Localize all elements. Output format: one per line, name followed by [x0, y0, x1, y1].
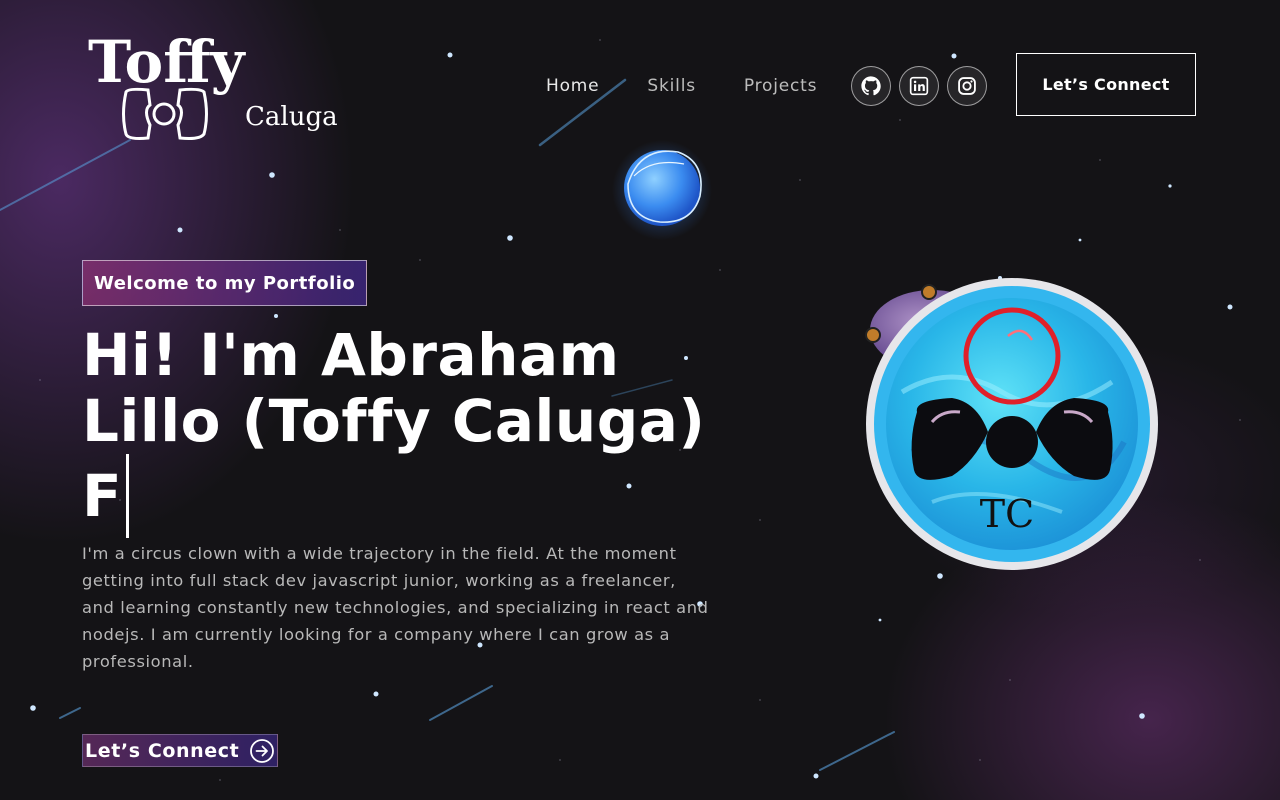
- linkedin-icon: [910, 76, 929, 96]
- typing-cursor: [126, 454, 130, 538]
- lets-connect-hero-button[interactable]: Let’s Connect: [82, 734, 279, 767]
- hero-bio: I'm a circus clown with a wide trajector…: [82, 544, 709, 671]
- bowtie-icon: [122, 87, 208, 140]
- blue-planet-image: [612, 140, 712, 240]
- headline-line-2: Lillo (Toffy Caluga): [82, 387, 706, 455]
- nav-projects[interactable]: Projects: [744, 76, 817, 96]
- nav-skills[interactable]: Skills: [647, 76, 695, 96]
- headline-typing-text: F: [82, 462, 123, 530]
- social-links: [851, 66, 995, 106]
- main-navigation: Home Skills Projects: [520, 62, 995, 110]
- nav-home[interactable]: Home: [546, 76, 599, 96]
- logo-primary-text: Toffy: [88, 30, 247, 96]
- avatar-initials: TC: [979, 492, 1035, 536]
- instagram-button[interactable]: [947, 66, 988, 106]
- hero-banner: Toffy Caluga Home Skills Projects Let’s …: [0, 0, 1280, 800]
- arrow-right-circle-icon: [249, 738, 275, 764]
- headline-line-1: Hi! I'm Abraham: [82, 321, 620, 389]
- avatar-planet: TC: [862, 272, 1162, 572]
- github-button[interactable]: [851, 66, 892, 106]
- linkedin-button[interactable]: [899, 66, 940, 106]
- logo[interactable]: Toffy Caluga: [88, 30, 358, 145]
- welcome-tagline: Welcome to my Portfolio: [82, 260, 368, 306]
- lets-connect-hero-label: Let’s Connect: [85, 739, 240, 762]
- logo-secondary-text: Caluga: [245, 102, 338, 132]
- hero-headline: Hi! I'm Abraham Lillo (Toffy Caluga) F: [82, 322, 762, 538]
- lets-connect-button[interactable]: Let’s Connect: [1016, 53, 1196, 116]
- headline-typing-line: F: [82, 454, 762, 538]
- instagram-icon: [958, 77, 977, 95]
- github-icon: [861, 76, 882, 96]
